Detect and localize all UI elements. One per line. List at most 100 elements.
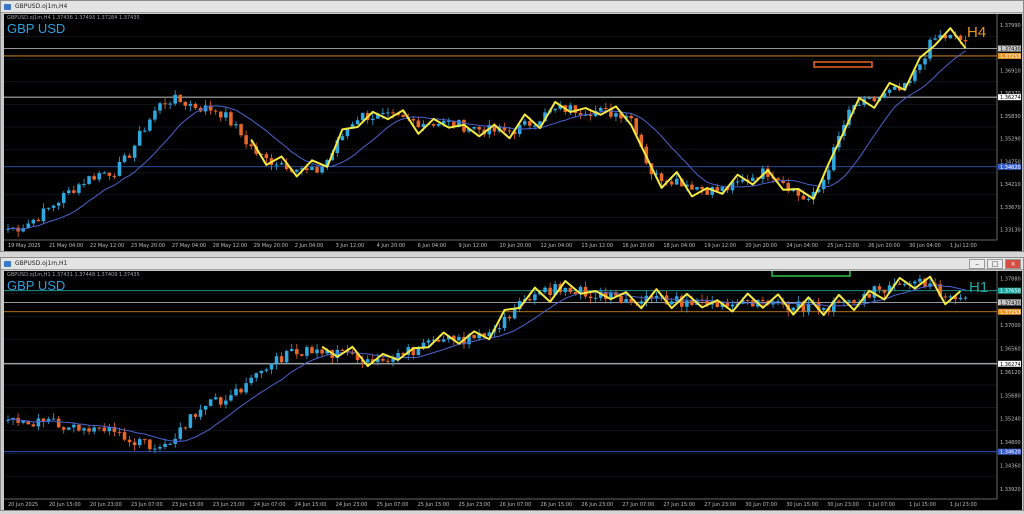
- candle-body: [745, 300, 750, 302]
- candle-body: [127, 155, 132, 158]
- price-tick-label: 1.36560: [1000, 347, 1021, 353]
- time-tick-label: 28 May 12:00: [213, 243, 247, 249]
- candle-body: [654, 295, 659, 298]
- candle-body: [533, 294, 537, 301]
- candle-body: [51, 418, 56, 420]
- candle-body: [234, 388, 238, 396]
- candle-body: [188, 103, 193, 106]
- candle-body: [340, 349, 345, 351]
- candle-body: [264, 369, 269, 371]
- minimize-button[interactable]: –: [969, 259, 985, 269]
- h1-plot-area[interactable]: 1.378801.374401.370001.365601.361201.356…: [4, 266, 1022, 510]
- time-tick-label: 18 Jun 04:00: [663, 243, 695, 249]
- candle-body: [77, 184, 81, 193]
- candle-body: [543, 287, 547, 293]
- price-tick-label: 1.33130: [1000, 227, 1021, 233]
- candle-body: [852, 300, 856, 304]
- h1-timeframe-label: H1: [969, 279, 989, 296]
- candle-body: [847, 300, 851, 302]
- candle-body: [310, 347, 314, 354]
- candle-body: [365, 359, 370, 363]
- h4-window-title: GBPUSD.oj1m,H4: [15, 3, 68, 10]
- h1-window-title: GBPUSD.oj1m,H1: [15, 260, 68, 267]
- candle-body: [624, 299, 628, 303]
- time-tick-label: 20 Jun 2025: [8, 502, 38, 508]
- candle-body: [441, 339, 446, 342]
- close-button[interactable]: ×: [1005, 259, 1021, 269]
- candle-body: [168, 103, 172, 105]
- time-tick-label: 25 Jun 12:00: [827, 243, 859, 249]
- candle-body: [92, 427, 96, 432]
- maximize-button[interactable]: □: [987, 259, 1003, 269]
- time-tick-label: 13 Jun 12:00: [581, 243, 613, 249]
- candle-body: [127, 439, 132, 443]
- candle-body: [821, 308, 826, 311]
- candle-body: [97, 427, 101, 429]
- candle-body: [553, 108, 557, 111]
- candle-body: [224, 400, 228, 405]
- candle-body: [659, 173, 664, 182]
- h1-chart-window[interactable]: GBPUSD.oj1m,H1 – □ × 1.378801.374401.370…: [0, 257, 1024, 511]
- price-tick-label: 1.35290: [1000, 137, 1021, 143]
- candle-body: [958, 297, 963, 300]
- candle-body: [87, 176, 91, 185]
- candle-body: [67, 427, 71, 430]
- candle-body: [629, 115, 633, 119]
- candle-body: [923, 58, 927, 65]
- candle-body: [386, 360, 390, 362]
- candle-body: [674, 296, 679, 302]
- candle-body: [72, 424, 76, 428]
- time-tick-label: 30 Jun 15:00: [786, 502, 818, 508]
- time-tick-label: 20 Jun 23:00: [90, 502, 122, 508]
- h1-title-bar[interactable]: GBPUSD.oj1m,H1 – □ ×: [1, 258, 1023, 270]
- candle-body: [436, 123, 441, 126]
- h4-title-bar[interactable]: GBPUSD.oj1m,H4: [1, 1, 1023, 13]
- candle-body: [381, 112, 385, 114]
- h4-symbol-label: GBP USD: [7, 21, 66, 36]
- candle-body: [669, 301, 674, 305]
- h4-chart-window[interactable]: GBPUSD.oj1m,H4 1.379901.374501.369101.36…: [0, 0, 1024, 252]
- price-level-tag-label: 1.34620: [1000, 450, 1021, 456]
- candle-body: [715, 187, 720, 191]
- time-tick-label: 12 Jun 04:00: [540, 243, 572, 249]
- candle-body: [340, 136, 345, 141]
- candle-body: [82, 428, 86, 431]
- candle-body: [295, 169, 299, 172]
- time-tick-label: 25 Jun 15:00: [418, 502, 450, 508]
- candle-body: [472, 126, 476, 129]
- candle-body: [117, 161, 122, 176]
- candle-body: [244, 383, 248, 393]
- time-tick-label: 27 May 04:00: [172, 243, 206, 249]
- time-tick-label: 23 Jun 23:00: [213, 502, 245, 508]
- candle-body: [254, 373, 259, 378]
- h4-price-chart[interactable]: 1.379901.374501.369101.363701.358301.352…: [4, 14, 1022, 251]
- time-tick-label: 21 May 04:00: [49, 243, 83, 249]
- target-zone-box: [771, 266, 851, 277]
- candle-body: [158, 446, 162, 449]
- candle-body: [669, 181, 674, 185]
- candle-body: [416, 348, 421, 356]
- candle-body: [56, 418, 61, 428]
- candle-body: [41, 208, 46, 222]
- h1-price-chart[interactable]: 1.378801.374401.370001.365601.361201.356…: [4, 266, 1022, 510]
- zigzag-indicator-line: [250, 27, 967, 200]
- candle-body: [740, 179, 745, 182]
- time-tick-label: 23 Jun 15:00: [172, 502, 204, 508]
- candle-body: [548, 287, 552, 296]
- candle-body: [695, 187, 699, 190]
- candle-body: [897, 283, 902, 285]
- candle-body: [963, 297, 968, 299]
- time-tick-label: 26 Jun 07:00: [500, 502, 532, 508]
- candle-body: [305, 168, 309, 171]
- candle-body: [837, 300, 841, 302]
- candle-body: [264, 154, 269, 159]
- candle-body: [386, 112, 390, 114]
- time-tick-label: 26 Jun 15:00: [540, 502, 572, 508]
- candle-body: [122, 155, 127, 162]
- time-tick-label: 9 Jun 12:00: [459, 243, 488, 249]
- time-tick-label: 30 Jun 07:00: [745, 502, 777, 508]
- candle-body: [512, 309, 517, 319]
- h4-plot-area[interactable]: 1.379901.374501.369101.363701.358301.352…: [4, 14, 1022, 251]
- candle-body: [168, 443, 172, 445]
- candle-body: [163, 103, 167, 105]
